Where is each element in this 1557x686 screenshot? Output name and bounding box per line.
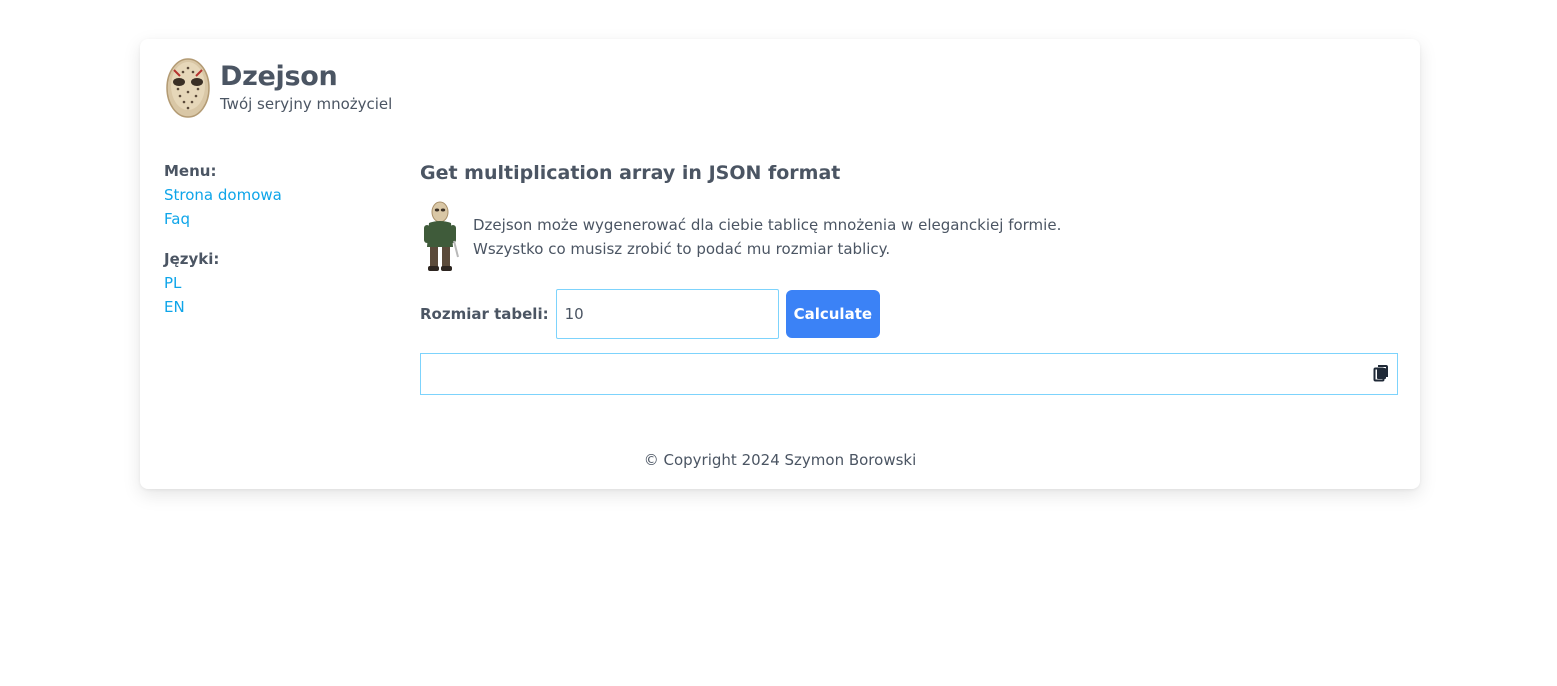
intro-text: Dzejson może wygenerować dla ciebie tabl… xyxy=(473,213,1061,261)
jason-figure-icon xyxy=(424,201,459,271)
intro-line-2: Wszystko co musisz zrobić to podać mu ro… xyxy=(473,240,891,258)
language-link-pl[interactable]: PL xyxy=(164,271,364,295)
calculate-button[interactable]: Calculate xyxy=(785,290,881,338)
json-output-field[interactable] xyxy=(420,353,1398,395)
site-header: Dzejson Twój seryjny mnożyciel xyxy=(160,53,392,123)
menu-link-home[interactable]: Strona domowa xyxy=(164,183,364,207)
page-title: Get multiplication array in JSON format xyxy=(420,162,841,184)
sidebar: Menu: Strona domowa Faq Języki: PL EN xyxy=(164,159,364,319)
menu-link-faq[interactable]: Faq xyxy=(164,207,364,231)
main-card: Dzejson Twój seryjny mnożyciel Menu: Str… xyxy=(140,39,1420,489)
intro-section: Dzejson może wygenerować dla ciebie tabl… xyxy=(420,201,1398,273)
site-subtitle: Twój seryjny mnożyciel xyxy=(220,94,393,113)
menu-heading: Menu: xyxy=(164,162,217,180)
size-input[interactable] xyxy=(555,289,779,339)
main-content: Get multiplication array in JSON format … xyxy=(420,159,1398,395)
languages-heading: Języki: xyxy=(164,250,220,268)
size-label: Rozmiar tabeli: xyxy=(420,305,549,323)
copyright-text: © Copyright 2024 Szymon Borowski xyxy=(643,451,917,469)
languages-group: Języki: PL EN xyxy=(164,247,364,319)
site-title: Dzejson xyxy=(220,60,338,92)
size-form: Rozmiar tabeli: Calculate xyxy=(420,289,1398,339)
footer: © Copyright 2024 Szymon Borowski xyxy=(140,451,1420,469)
language-link-en[interactable]: EN xyxy=(164,295,364,319)
brand: Dzejson Twój seryjny mnożyciel xyxy=(220,60,393,115)
copy-icon[interactable] xyxy=(1373,364,1389,382)
hockey-mask-icon xyxy=(166,58,210,118)
intro-line-1: Dzejson może wygenerować dla ciebie tabl… xyxy=(473,216,1062,234)
